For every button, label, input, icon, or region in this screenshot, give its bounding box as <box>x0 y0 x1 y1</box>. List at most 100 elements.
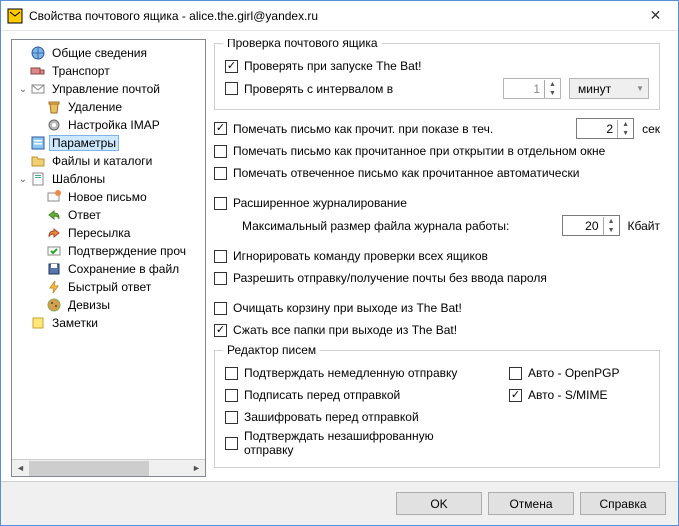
check-interval-label: Проверять с интервалом в <box>244 82 503 96</box>
reply-icon <box>46 207 62 223</box>
compact-label: Сжать все папки при выходе из The Bat! <box>233 323 457 337</box>
log-size-label: Максимальный размер файла журнала работы… <box>242 219 562 233</box>
tree-item[interactable]: ⌄ Шаблоны <box>12 170 205 188</box>
tree-item[interactable]: ⌄Управление почтой <box>12 80 205 98</box>
window-title: Свойства почтового ящика - alice.the.gir… <box>29 9 633 23</box>
sign-label: Подписать перед отправкой <box>244 388 400 402</box>
confirm-send-checkbox[interactable] <box>225 367 238 380</box>
quick-icon <box>46 279 62 295</box>
ignore-all-checkbox[interactable] <box>214 250 227 263</box>
interval-spinner[interactable]: ▲▼ <box>503 78 561 99</box>
ignore-all-label: Игнорировать команду проверки всех ящико… <box>233 249 488 263</box>
tree-item[interactable]: Параметры <box>12 134 205 152</box>
save-icon <box>46 261 62 277</box>
newmail-icon <box>46 189 62 205</box>
confirm-unenc-label: Подтверждать незашифрованную отправку <box>244 429 469 457</box>
forward-icon <box>46 225 62 241</box>
templates-icon <box>30 171 46 187</box>
tree-item[interactable]: Общие сведения <box>12 44 205 62</box>
tree-item[interactable]: Файлы и каталоги <box>12 152 205 170</box>
mark-window-label: Помечать письмо как прочитанное при откр… <box>233 144 605 158</box>
mail-icon <box>30 81 46 97</box>
tree-item[interactable]: Удаление <box>12 98 205 116</box>
allow-nopass-label: Разрешить отправку/получение почты без в… <box>233 271 547 285</box>
log-size-unit: Кбайт <box>628 219 660 233</box>
mark-reply-label: Помечать отвеченное письмо как прочитанн… <box>233 166 579 180</box>
mark-read-checkbox[interactable] <box>214 122 227 135</box>
ok-button[interactable]: OK <box>396 492 482 515</box>
ext-log-checkbox[interactable] <box>214 197 227 210</box>
mark-read-spinner[interactable]: ▲▼ <box>576 118 634 139</box>
mark-read-unit: сек <box>642 122 660 136</box>
mark-reply-checkbox[interactable] <box>214 167 227 180</box>
tree-item-label: Удаление <box>65 99 125 115</box>
options-panel: Проверка почтового ящика Проверять при з… <box>210 39 668 477</box>
tree-item[interactable]: Быстрый ответ <box>12 278 205 296</box>
tree-item-label: Транспорт <box>49 63 113 79</box>
tree-hscrollbar[interactable]: ◄ ► <box>12 459 205 476</box>
tree-item[interactable]: Транспорт <box>12 62 205 80</box>
tree-item-label: Параметры <box>49 135 119 151</box>
tree-item-label: Сохранение в файл <box>65 261 182 277</box>
group-legend: Проверка почтового ящика <box>223 39 382 50</box>
tree-item[interactable]: Подтверждение проч <box>12 242 205 260</box>
encrypt-checkbox[interactable] <box>225 411 238 424</box>
auto-pgp-checkbox[interactable] <box>509 367 522 380</box>
auto-smime-label: Авто - S/MIME <box>528 388 607 402</box>
tree-item-label: Общие сведения <box>49 45 150 61</box>
folder-icon <box>30 153 46 169</box>
tree-item-label: Заметки <box>49 315 101 331</box>
app-icon <box>7 8 23 24</box>
cancel-button[interactable]: Отмена <box>488 492 574 515</box>
group-editor-legend: Редактор писем <box>223 343 320 357</box>
tree-item-label: Файлы и каталоги <box>49 153 155 169</box>
check-startup-checkbox[interactable] <box>225 60 238 73</box>
tree-item[interactable]: Ответ <box>12 206 205 224</box>
check-startup-label: Проверять при запуске The Bat! <box>244 59 422 73</box>
group-editor: Редактор писем Подтверждать немедленную … <box>214 350 660 468</box>
confirm-send-label: Подтверждать немедленную отправку <box>244 366 457 380</box>
confirm-icon <box>46 243 62 259</box>
mark-read-label: Помечать письмо как прочит. при показе в… <box>233 122 576 136</box>
globe-icon <box>30 45 46 61</box>
confirm-unenc-checkbox[interactable] <box>225 437 238 450</box>
allow-nopass-checkbox[interactable] <box>214 272 227 285</box>
scroll-thumb[interactable] <box>29 461 149 476</box>
expander-icon[interactable]: ⌄ <box>16 84 30 95</box>
tree-item-label: Шаблоны <box>49 171 108 187</box>
tree-item-label: Подтверждение проч <box>65 243 189 259</box>
auto-pgp-label: Авто - OpenPGP <box>528 366 620 380</box>
interval-unit-dropdown[interactable]: минут▼ <box>569 78 649 99</box>
tree-item[interactable]: Пересылка <box>12 224 205 242</box>
check-interval-checkbox[interactable] <box>225 82 238 95</box>
sign-checkbox[interactable] <box>225 389 238 402</box>
tree-item[interactable]: Заметки <box>12 314 205 332</box>
empty-trash-label: Очищать корзину при выходе из The Bat! <box>233 301 462 315</box>
tree-item-label: Настройка IMAP <box>65 117 163 133</box>
expander-icon[interactable]: ⌄ <box>16 174 30 185</box>
trash-icon <box>46 99 62 115</box>
tree-item-label: Ответ <box>65 207 104 223</box>
close-button[interactable]: ✕ <box>633 1 678 30</box>
scroll-right-icon[interactable]: ► <box>188 461 205 476</box>
auto-smime-checkbox[interactable] <box>509 389 522 402</box>
nav-tree[interactable]: Общие сведения Транспорт⌄Управление почто… <box>12 40 205 459</box>
tree-item[interactable]: Настройка IMAP <box>12 116 205 134</box>
tree-item[interactable]: Новое письмо <box>12 188 205 206</box>
help-button[interactable]: Справка <box>580 492 666 515</box>
tree-item-label: Девизы <box>65 297 113 313</box>
scroll-left-icon[interactable]: ◄ <box>12 461 29 476</box>
options-icon <box>30 135 46 151</box>
truck-icon <box>30 63 46 79</box>
tree-item-label: Пересылка <box>65 225 133 241</box>
tree-item-label: Быстрый ответ <box>65 279 154 295</box>
tree-item[interactable]: Девизы <box>12 296 205 314</box>
group-mail-check: Проверка почтового ящика Проверять при з… <box>214 43 660 110</box>
dialog-footer: OK Отмена Справка <box>1 481 678 525</box>
compact-checkbox[interactable] <box>214 324 227 337</box>
mark-window-checkbox[interactable] <box>214 145 227 158</box>
tree-item[interactable]: Сохранение в файл <box>12 260 205 278</box>
empty-trash-checkbox[interactable] <box>214 302 227 315</box>
log-size-spinner[interactable]: ▲▼ <box>562 215 620 236</box>
ext-log-label: Расширенное журналирование <box>233 196 407 210</box>
